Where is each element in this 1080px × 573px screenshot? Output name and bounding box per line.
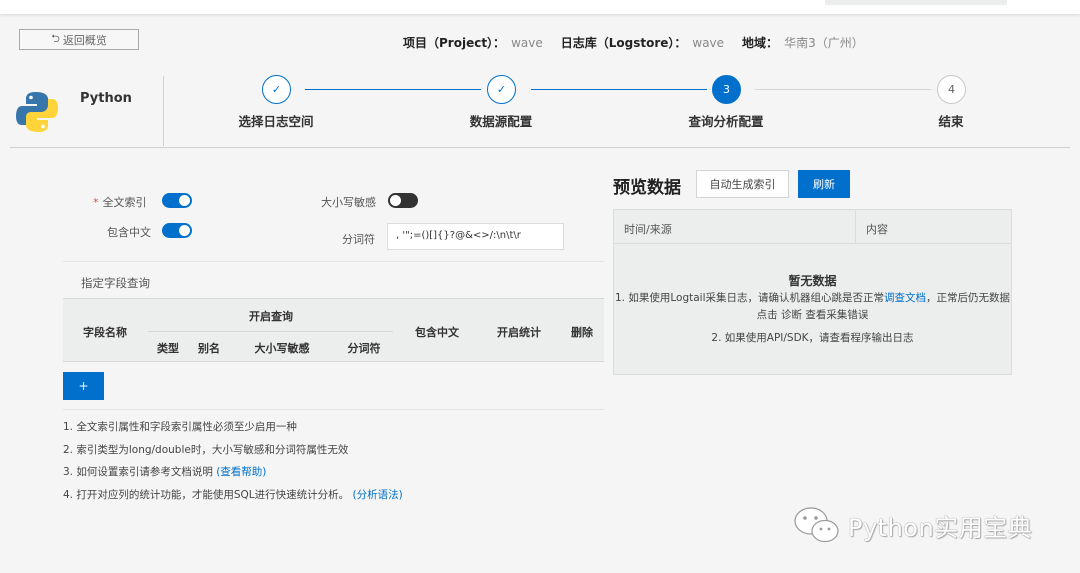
preview-table: 时间/来源 内容 暂无数据 1. 如果使用Logtail采集日志，请确认机器组心… (613, 209, 1012, 375)
project-key: 项目（Project）： (403, 36, 506, 50)
empty-hint-1a: 1. 如果使用Logtail采集日志，请确认机器组心跳是否正常 (615, 292, 884, 304)
case-sensitive-toggle[interactable] (388, 193, 418, 208)
add-field-button[interactable]: + (63, 372, 104, 400)
col-time-source: 时间/来源 (624, 223, 672, 236)
col-case-sensitive: 大小写敏感 (254, 342, 310, 355)
col-delete: 删除 (571, 326, 593, 339)
note-3: 3. 如何设置索引请参考文档说明 (查看帮助) (63, 464, 266, 479)
step-1-label: 选择日志空间 (238, 114, 314, 129)
col-include-chinese: 包含中文 (415, 326, 459, 339)
step-2-check-icon: ✓ (487, 75, 516, 104)
watermark: Python实用宝典 (792, 505, 1032, 545)
step-connector-3 (755, 89, 931, 90)
col-enable-stats: 开启统计 (497, 326, 541, 339)
header-info: 项目（Project）： wave 日志库（Logstore）： wave 地域… (403, 34, 882, 51)
back-label: 返回概览 (62, 33, 107, 47)
col-alias: 别名 (198, 342, 220, 355)
include-chinese-toggle[interactable] (162, 223, 192, 238)
top-bar (0, 0, 1080, 14)
horizontal-divider (10, 147, 1070, 148)
preview-title: 预览数据 (613, 178, 681, 198)
header-divider (855, 210, 856, 244)
col-type: 类型 (157, 342, 179, 355)
note-1: 1. 全文索引属性和字段索引属性必须至少启用一种 (63, 421, 297, 433)
region-key: 地域： (742, 36, 779, 50)
empty-hint-1: 1. 如果使用Logtail采集日志，请确认机器组心跳是否正常调查文档，正常后仍… (614, 290, 1011, 305)
source-name: Python (80, 91, 132, 106)
required-mark: * (93, 196, 99, 209)
empty-hint-2: 2. 如果使用API/SDK，请查看程序输出日志 (711, 332, 914, 344)
include-chinese-label: 包含中文 (107, 226, 151, 239)
step-connector-1 (305, 89, 481, 90)
col-field-name: 字段名称 (83, 326, 127, 339)
section-divider (63, 261, 604, 262)
note-4: 4. 打开对应列的统计功能，才能使用SQL进行快速统计分析。 (分析语法) (63, 487, 403, 502)
fulltext-index-text: 全文索引 (102, 196, 147, 209)
step-2-label: 数据源配置 (469, 114, 533, 129)
col-tokenizer: 分词符 (347, 342, 381, 355)
step-3-label: 查询分析配置 (688, 114, 764, 129)
project-value: wave (511, 36, 543, 50)
python-logo-icon (16, 92, 58, 132)
note-3-text: 3. 如何设置索引请参考文档说明 (63, 466, 213, 478)
step-connector-2 (531, 89, 707, 90)
field-query-title: 指定字段查询 (81, 276, 150, 290)
step-1-check-icon: ✓ (262, 75, 291, 104)
back-icon: ⮌ (51, 32, 60, 45)
note-4-text: 4. 打开对应列的统计功能，才能使用SQL进行快速统计分析。 (63, 489, 350, 501)
syntax-link[interactable]: (分析语法) (352, 489, 402, 501)
tokenizer-input[interactable]: , '";=()[]{}?@&<>/:\n\t\r (387, 223, 564, 250)
logstore-value: wave (692, 36, 725, 50)
refresh-button[interactable]: 刷新 (798, 170, 850, 198)
watermark-text: Python实用宝典 (848, 513, 1033, 542)
note-2: 2. 索引类型为long/double时，大小写敏感和分词符属性无效 (63, 444, 349, 456)
fulltext-index-label: * 全文索引 (93, 194, 147, 210)
toggle-knob (179, 225, 190, 236)
top-search-box[interactable] (825, 0, 1007, 5)
help-link[interactable]: (查看帮助) (216, 466, 266, 478)
back-to-overview-button[interactable]: ⮌ 返回概览 (19, 29, 139, 50)
empty-hint-diagnose: 点击 诊断 查看采集错误 (756, 309, 869, 321)
toggle-knob (390, 195, 401, 206)
empty-hint-1b: ，正常后仍无数据 (926, 292, 1010, 304)
col-group-enable-query: 开启查询 (249, 310, 293, 323)
empty-title: 暂无数据 (788, 274, 837, 288)
preview-table-header: 时间/来源 内容 (614, 210, 1011, 244)
logstore-key: 日志库（Logstore）： (560, 36, 687, 50)
vertical-divider (163, 76, 164, 146)
step-4-indicator: 4 (937, 75, 966, 104)
toggle-knob (179, 195, 190, 206)
notes-divider (63, 409, 604, 410)
case-sensitive-label: 大小写敏感 (321, 196, 376, 209)
investigate-docs-link[interactable]: 调查文档 (884, 292, 926, 304)
region-value: 华南3（广州） (784, 36, 864, 50)
col-content: 内容 (866, 223, 888, 236)
auto-generate-index-button[interactable]: 自动生成索引 (696, 170, 789, 198)
step-4-label: 结束 (938, 114, 964, 129)
fulltext-index-toggle[interactable] (162, 193, 192, 208)
group-underline (148, 331, 393, 332)
wechat-icon (794, 507, 839, 543)
step-3-indicator: 3 (712, 75, 741, 104)
tokenizer-label: 分词符 (342, 233, 375, 246)
